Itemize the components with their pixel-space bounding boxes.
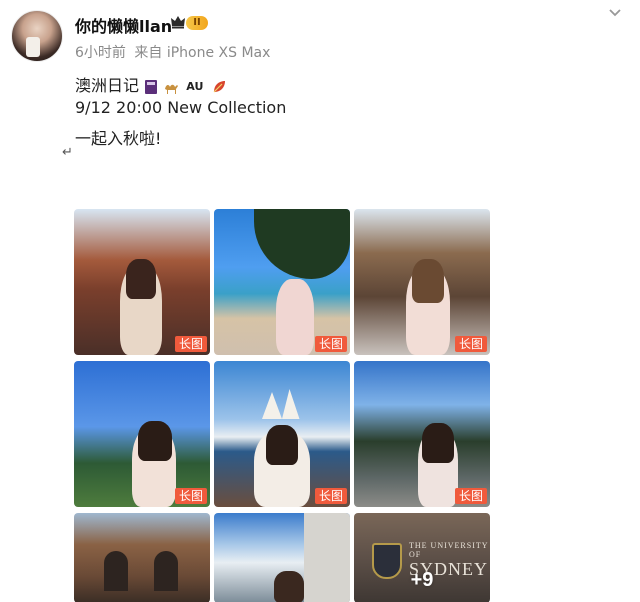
long-image-tag: 长图 — [174, 336, 207, 352]
notebook-emoji — [145, 79, 158, 94]
long-image-tag: 长图 — [174, 488, 207, 504]
post-line-3: 一起入秋啦! — [75, 129, 162, 148]
avatar[interactable] — [11, 10, 63, 62]
photo-6[interactable]: 长图 — [354, 361, 490, 507]
post-time: 6小时前 — [75, 45, 126, 61]
more-chevron-icon[interactable] — [605, 6, 625, 20]
post-line-2: 9/12 20:00 New Collection — [75, 98, 287, 117]
long-image-tag: 长图 — [314, 336, 347, 352]
vip-level-badge[interactable]: II — [186, 16, 208, 30]
au-label: AU — [186, 80, 204, 93]
camel-emoji — [165, 84, 179, 94]
post-meta: 6小时前 来自 iPhone XS Max — [75, 42, 274, 62]
photo-7[interactable] — [74, 513, 210, 602]
long-image-tag: 长图 — [454, 488, 487, 504]
long-image-tag: 长图 — [454, 336, 487, 352]
post-line-1-text: 澳洲日记 — [75, 76, 140, 95]
more-images-count: +9 — [410, 569, 434, 591]
leaf-emoji — [213, 80, 225, 92]
photo-8[interactable] — [214, 513, 350, 602]
photo-1[interactable]: 长图 — [74, 209, 210, 355]
university-sign-small: THE UNIVERSITY OF — [409, 541, 489, 559]
post-source: 来自 iPhone XS Max — [134, 45, 271, 61]
text-cursor-icon: ↵ — [62, 144, 73, 159]
photo-2[interactable]: 长图 — [214, 209, 350, 355]
username[interactable]: 你的懒懒llan — [75, 13, 172, 37]
photo-9-more[interactable]: THE UNIVERSITY OF SYDNEY +9 — [354, 513, 490, 602]
photo-4[interactable]: 长图 — [74, 361, 210, 507]
crown-icon — [171, 16, 185, 29]
photo-3[interactable]: 长图 — [354, 209, 490, 355]
long-image-tag: 长图 — [314, 488, 347, 504]
post-line-1: 澳洲日记 AU — [75, 72, 227, 96]
photo-5[interactable]: 长图 — [214, 361, 350, 507]
